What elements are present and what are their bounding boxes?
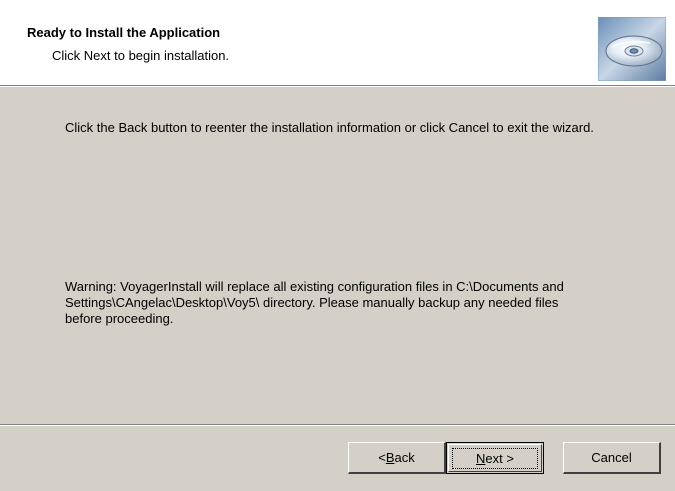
installer-wizard-dialog: Ready to Install the Application Click N…	[0, 0, 675, 491]
header-divider	[0, 86, 675, 87]
next-button[interactable]: Next >	[446, 442, 544, 474]
cd-disc-icon	[597, 16, 667, 82]
back-button-prefix: <	[378, 450, 386, 465]
next-button-focus-rect: Next >	[452, 447, 538, 469]
wizard-header: Ready to Install the Application Click N…	[0, 0, 675, 86]
warning-text: Warning: VoyagerInstall will replace all…	[65, 279, 564, 326]
back-button-label: ack	[394, 450, 415, 465]
footer-divider-highlight	[0, 425, 675, 426]
back-button-mnemonic: B	[385, 450, 395, 465]
intro-text: Click the Back button to reenter the ins…	[65, 120, 594, 135]
back-button[interactable]: < Back	[348, 442, 446, 474]
next-button-label: ext >	[485, 450, 514, 466]
cancel-button[interactable]: Cancel	[563, 442, 661, 474]
next-button-face: Next >	[448, 444, 542, 472]
page-subtitle: Click Next to begin installation.	[52, 48, 230, 63]
next-button-mnemonic: N	[476, 450, 486, 466]
page-title: Ready to Install the Application	[27, 25, 221, 40]
